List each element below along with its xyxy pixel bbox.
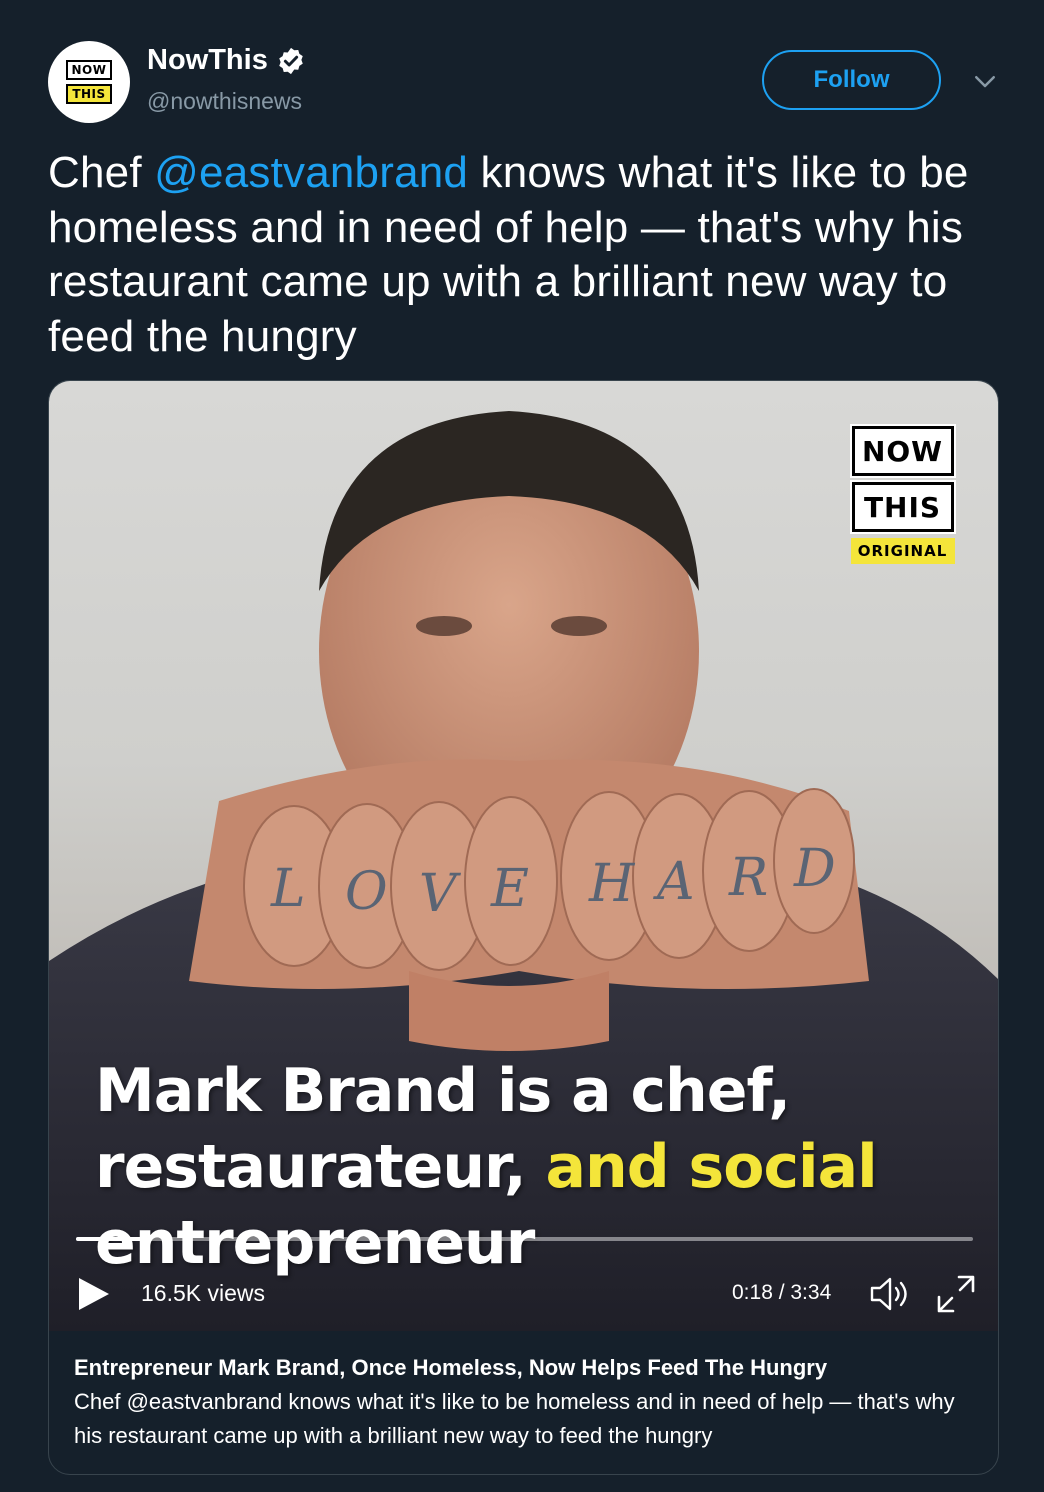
view-count: 16.5K views — [141, 1280, 266, 1306]
author-name-row[interactable]: NowThis — [147, 44, 306, 77]
caption-line-1: Mark Brand is a chef, — [95, 1056, 791, 1126]
avatar-logo-now: NOW — [65, 60, 113, 80]
follow-button[interactable]: Follow — [762, 50, 941, 110]
logo-now: NOW — [849, 424, 956, 478]
volume-icon[interactable] — [869, 1275, 915, 1313]
video-player[interactable]: LOV EHA RD NOW THIS ORIGINAL Mark Brand … — [49, 381, 998, 1331]
verified-icon — [279, 47, 303, 74]
svg-text:H: H — [588, 854, 636, 914]
nowthis-original-logo: NOW THIS ORIGINAL — [849, 424, 956, 564]
avatar-logo-this: THIS — [66, 84, 112, 104]
caption-white: restaurateur, — [95, 1132, 546, 1202]
time-display: 0:18 / 3:34 — [732, 1281, 832, 1304]
caption-line-2: restaurateur, and social — [95, 1129, 955, 1205]
handle[interactable]: @nowthisnews — [147, 88, 302, 115]
chevron-down-icon[interactable] — [970, 66, 1000, 96]
svg-text:D: D — [793, 839, 836, 899]
svg-text:A: A — [653, 852, 695, 912]
fullscreen-icon[interactable] — [935, 1273, 977, 1315]
svg-text:R: R — [728, 848, 768, 908]
svg-text:L: L — [270, 859, 306, 919]
card-title[interactable]: Entrepreneur Mark Brand, Once Homeless, … — [74, 1351, 974, 1385]
caption-line-3: entrepreneur — [95, 1208, 535, 1278]
play-icon[interactable] — [77, 1276, 111, 1312]
video-caption: Mark Brand is a chef, restaurateur, and … — [95, 1053, 955, 1281]
tweet: NOW THIS NowThis @nowthisnews Follow Che… — [0, 0, 1044, 1492]
avatar[interactable]: NOW THIS — [48, 41, 130, 123]
progress-bar[interactable] — [76, 1237, 973, 1241]
tweet-text: Chef @eastvanbrand knows what it's like … — [48, 146, 1008, 364]
card-text[interactable]: Entrepreneur Mark Brand, Once Homeless, … — [74, 1351, 974, 1453]
logo-this: THIS — [849, 480, 956, 534]
logo-original: ORIGINAL — [850, 538, 955, 564]
svg-text:V: V — [419, 864, 461, 924]
card-description: Chef @eastvanbrand knows what it's like … — [74, 1389, 955, 1448]
media-card[interactable]: LOV EHA RD NOW THIS ORIGINAL Mark Brand … — [48, 380, 999, 1475]
progress-fill — [76, 1237, 153, 1241]
tweet-text-prefix: Chef — [48, 148, 155, 197]
svg-text:O: O — [345, 862, 388, 922]
svg-text:E: E — [490, 859, 529, 919]
display-name[interactable]: NowThis — [147, 44, 268, 77]
caption-highlight: and social — [545, 1132, 878, 1202]
mention-link[interactable]: @eastvanbrand — [154, 148, 468, 197]
